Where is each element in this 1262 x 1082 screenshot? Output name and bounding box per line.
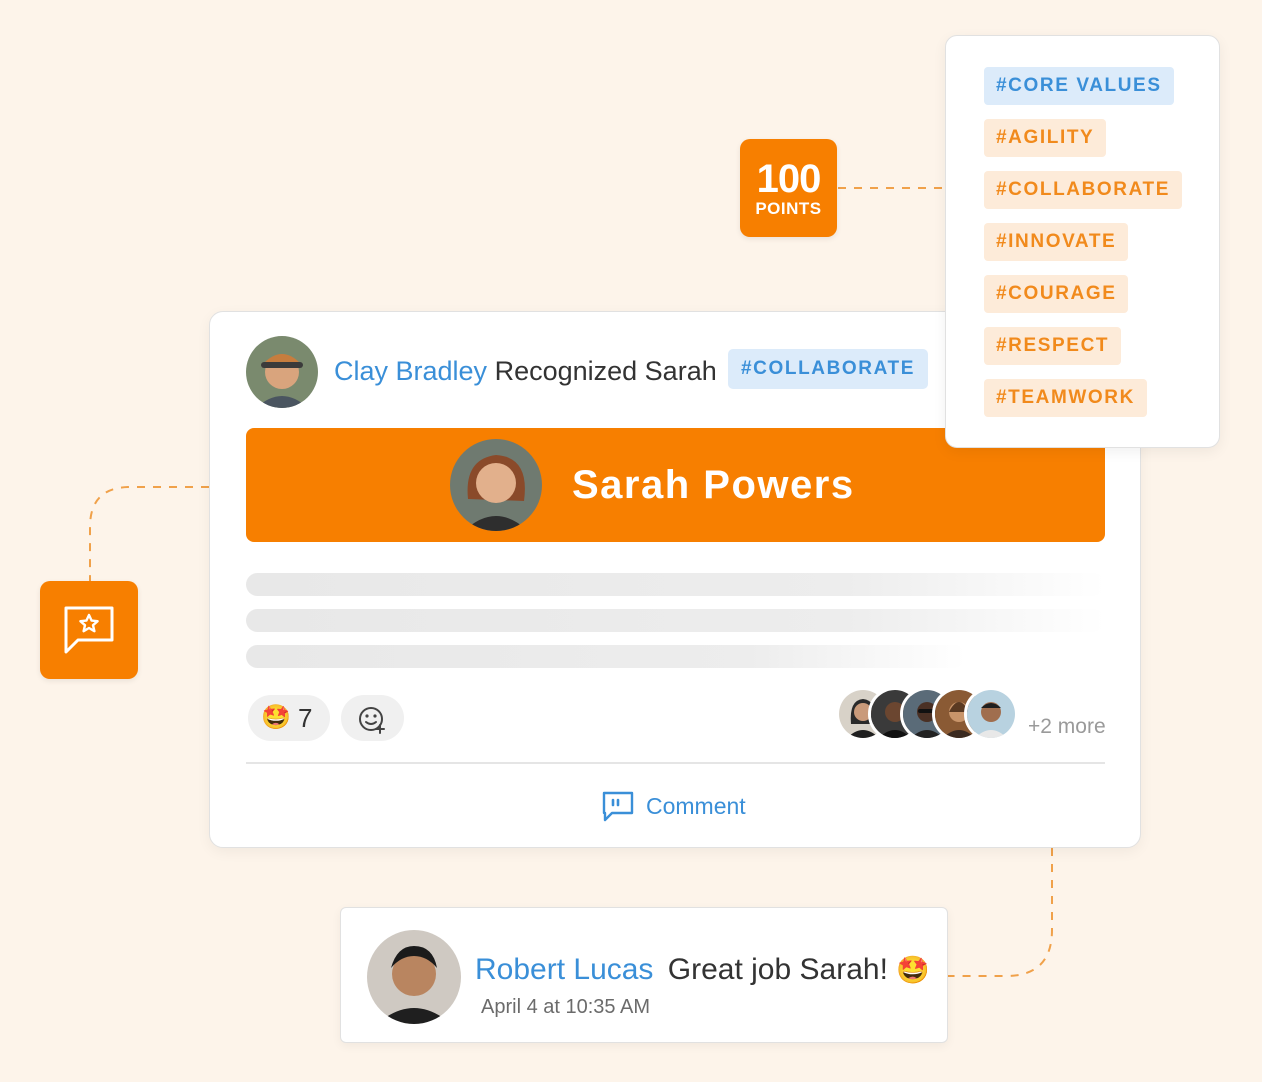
comment-button[interactable]: Comment bbox=[600, 786, 746, 826]
comment-label: Comment bbox=[646, 792, 746, 819]
commenter-name-link[interactable]: Robert Lucas bbox=[475, 953, 653, 986]
post-header: Clay Bradley Recognized Sarah bbox=[334, 354, 717, 388]
post-value-tag[interactable]: #COLLABORATE bbox=[728, 349, 929, 389]
poster-name-link[interactable]: Clay Bradley bbox=[334, 356, 487, 386]
add-reaction-button[interactable] bbox=[341, 695, 404, 741]
poster-avatar[interactable] bbox=[246, 336, 318, 408]
commenter-avatar[interactable] bbox=[367, 930, 461, 1024]
recipient-avatar[interactable] bbox=[450, 439, 542, 531]
comment-content: Robert Lucas Great job Sarah! 🤩 bbox=[475, 952, 930, 988]
value-tag-innovate[interactable]: #INNOVATE bbox=[984, 223, 1129, 261]
core-values-heading[interactable]: #CORE VALUES bbox=[984, 67, 1174, 105]
add-emoji-icon bbox=[359, 707, 385, 734]
comment-timestamp: April 4 at 10:35 AM bbox=[481, 996, 650, 1018]
comment-card: Robert Lucas Great job Sarah! 🤩 April 4 … bbox=[340, 907, 948, 1043]
participant-avatar[interactable] bbox=[964, 687, 1018, 741]
post-divider bbox=[246, 762, 1105, 764]
points-value: 100 bbox=[756, 157, 822, 201]
skeleton-line-1 bbox=[246, 573, 1105, 596]
reaction-pill[interactable]: 🤩 7 bbox=[248, 695, 330, 741]
skeleton-line-2 bbox=[246, 609, 1105, 632]
recognition-icon-box bbox=[40, 581, 138, 679]
core-values-card: #CORE VALUES #AGILITY #COLLABORATE #INNO… bbox=[945, 35, 1220, 448]
comment-text: Great job Sarah! bbox=[667, 953, 888, 986]
points-label: POINTS bbox=[755, 199, 822, 218]
value-tag-courage[interactable]: #COURAGE bbox=[984, 275, 1129, 313]
star-message-icon bbox=[64, 606, 114, 654]
value-tag-respect[interactable]: #RESPECT bbox=[984, 327, 1122, 365]
skeleton-line-3 bbox=[246, 645, 966, 668]
value-tag-teamwork[interactable]: #TEAMWORK bbox=[984, 379, 1147, 417]
reaction-count: 7 bbox=[298, 703, 313, 733]
value-tag-agility[interactable]: #AGILITY bbox=[984, 119, 1107, 157]
recipient-name: Sarah Powers bbox=[572, 463, 855, 507]
star-struck-emoji: 🤩 bbox=[261, 704, 291, 731]
more-participants-link[interactable]: +2 more bbox=[1028, 715, 1106, 739]
post-action-text: Recognized Sarah bbox=[494, 356, 717, 386]
points-badge: 100 POINTS bbox=[740, 139, 837, 237]
star-struck-emoji: 🤩 bbox=[896, 955, 930, 985]
value-tag-collaborate[interactable]: #COLLABORATE bbox=[984, 171, 1183, 209]
comment-icon bbox=[602, 791, 634, 822]
